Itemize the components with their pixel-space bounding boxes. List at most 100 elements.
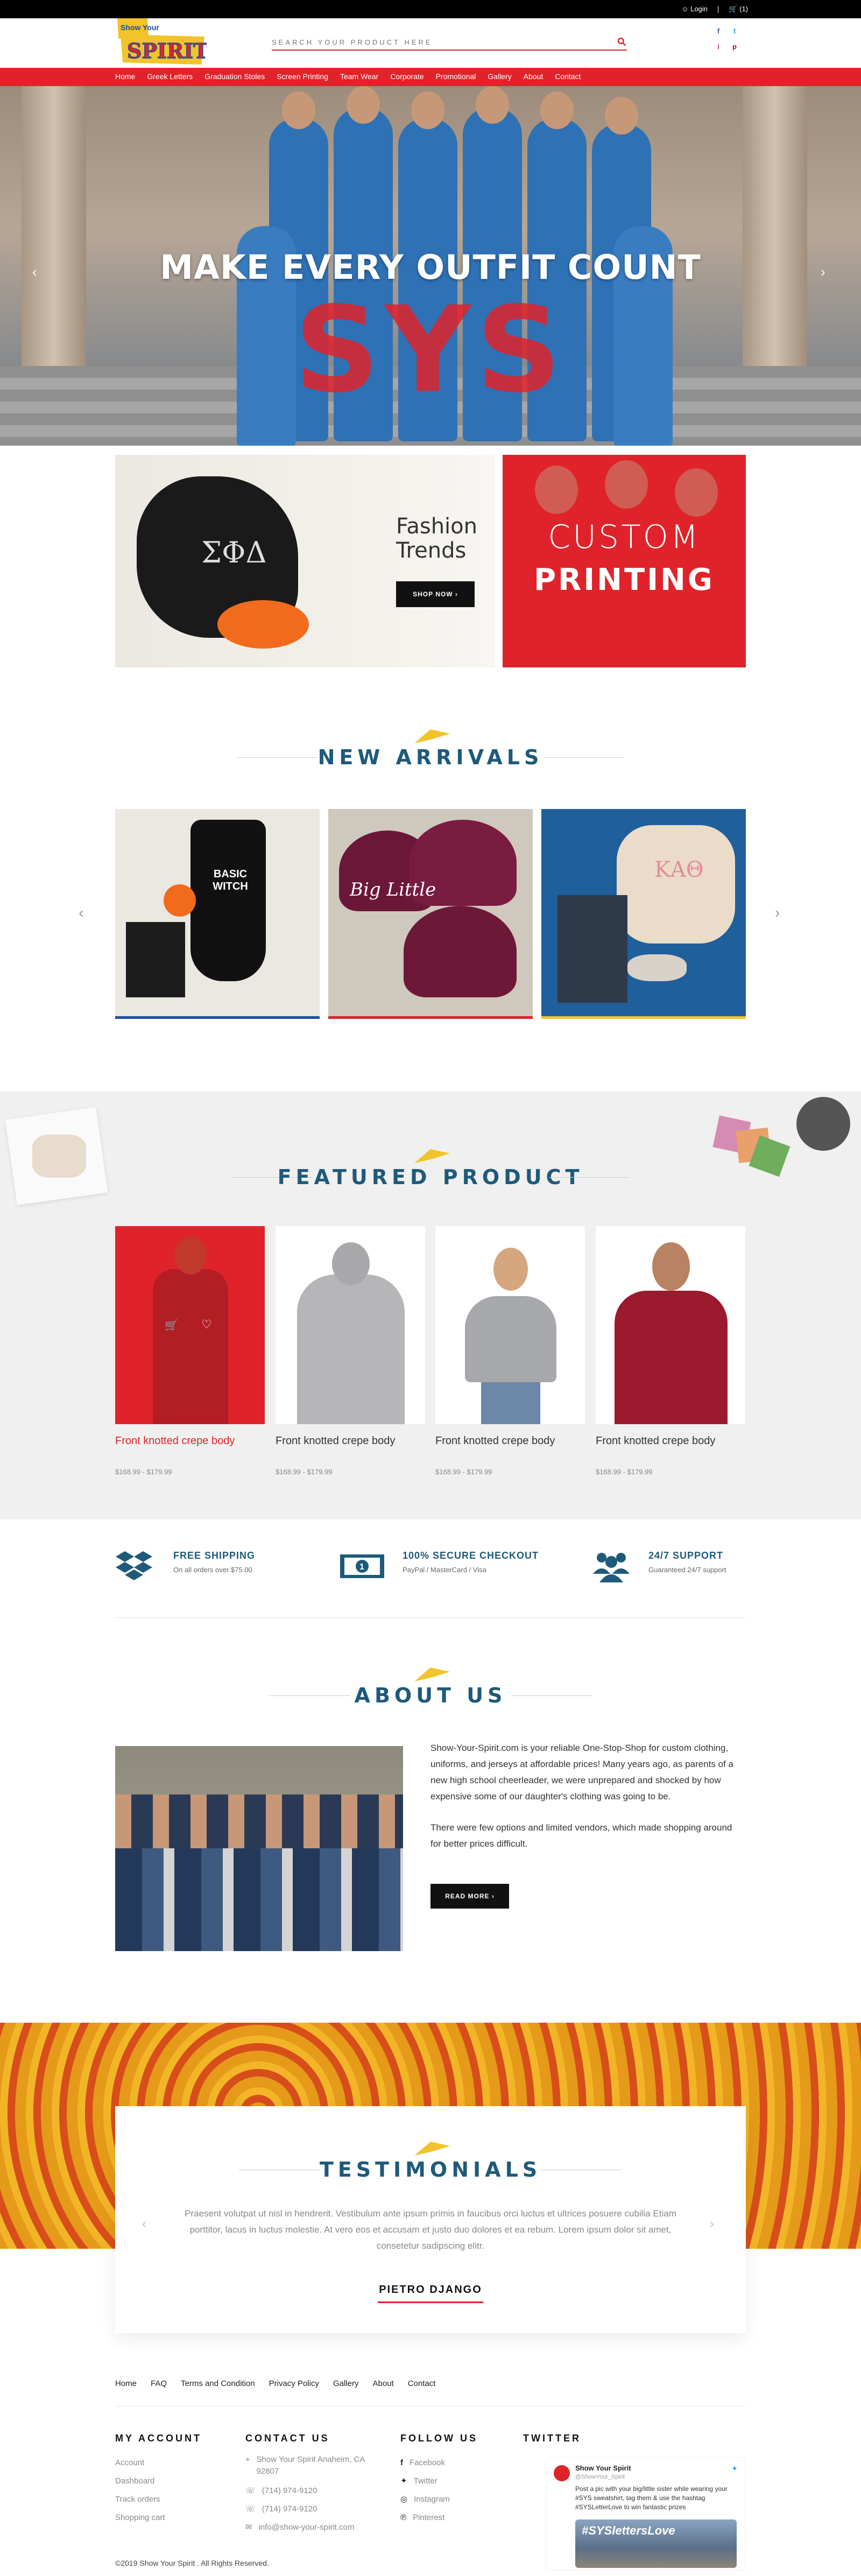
product-figure (615, 1291, 728, 1424)
arrival-card[interactable]: Big Little (328, 809, 533, 1019)
copyright: ©2019 Show Your Spirit . All Rights Rese… (115, 2559, 269, 2567)
page: ☺ Login | 🛒 (1) Show Your SPIRIT f t i p… (0, 0, 861, 2576)
arrivals-prev-arrow[interactable]: ‹ (79, 904, 83, 921)
footer-link-about[interactable]: About (372, 2379, 393, 2388)
product-hood (332, 1242, 370, 1285)
contact-phone[interactable]: ☏ (714) 974-9120 (245, 2500, 380, 2518)
product-name[interactable]: Front knotted crepe body (276, 1435, 425, 1447)
twitter-icon[interactable]: t (726, 27, 743, 35)
model-face (605, 460, 648, 509)
tweet-account[interactable]: Show Your Spirit (575, 2464, 631, 2472)
tweet-handle[interactable]: @ShowYour_Spirit (575, 2474, 625, 2480)
footer-link-account[interactable]: Account (115, 2454, 202, 2472)
product-name[interactable]: Front knotted crepe body (596, 1435, 745, 1447)
facebook-icon[interactable]: f (710, 27, 726, 35)
about-heading: ABOUT US (0, 1667, 861, 1707)
nav-corporate[interactable]: Corporate (390, 72, 424, 81)
product-price: $168.99 - $179.99 (115, 1468, 172, 1476)
wishlist-heart-icon[interactable]: ♡ (201, 1318, 212, 1332)
testimonial-next-arrow[interactable]: › (710, 2216, 714, 2232)
hero-next-arrow[interactable]: › (821, 264, 825, 280)
contact-phone[interactable]: ☏ (714) 974-9120 (245, 2482, 380, 2500)
divider (511, 1695, 592, 1696)
footer-contact: CONTACT US ⌖ Show Your Spirit Anaheim, CA… (245, 2433, 380, 2537)
product-card[interactable]: Front knotted crepe body $168.99 - $179.… (596, 1226, 745, 1476)
nav-greek-letters[interactable]: Greek Letters (147, 72, 193, 81)
printing-title: PRINTING (534, 562, 715, 597)
about-text: Show-Your-Spirit.com is your reliable On… (430, 1740, 743, 1852)
add-to-cart-icon[interactable]: 🛒 (165, 1319, 178, 1332)
section-title: NEW ARRIVALS (317, 745, 544, 769)
read-more-button[interactable]: READ MORE › (430, 1884, 509, 1909)
svg-text:Show Your: Show Your (121, 23, 159, 32)
product-card[interactable]: Front knotted crepe body $168.99 - $179.… (276, 1226, 425, 1476)
footer-link-shopping-cart[interactable]: Shopping cart (115, 2509, 202, 2527)
footer-link-dashboard[interactable]: Dashboard (115, 2472, 202, 2490)
testimonial-prev-arrow[interactable]: ‹ (142, 2216, 146, 2232)
arrivals-next-arrow[interactable]: › (775, 904, 780, 921)
model-face (535, 466, 578, 514)
nav-promotional[interactable]: Promotional (436, 72, 476, 81)
nav-gallery[interactable]: Gallery (488, 72, 511, 81)
feature-subtitle: Guaranteed 24/7 support (648, 1566, 726, 1574)
shop-now-button[interactable]: SHOP NOW › (396, 581, 475, 607)
product-name[interactable]: Front knotted crepe body (435, 1435, 585, 1447)
support-team-icon (593, 1553, 630, 1582)
follow-facebook[interactable]: f Facebook (400, 2454, 478, 2472)
follow-twitter[interactable]: ✦ Twitter (400, 2472, 478, 2490)
product-card[interactable]: 🛒 ♡ Front knotted crepe body $168.99 - $… (115, 1226, 265, 1476)
product-head (174, 1237, 207, 1275)
fashion-trends-banner[interactable]: ΣΦΔ Fashion Trends SHOP NOW › (115, 455, 495, 667)
instagram-icon[interactable]: i (710, 43, 726, 51)
card-color-bar (115, 1016, 320, 1019)
nav-team-wear[interactable]: Team Wear (340, 72, 378, 81)
search-icon[interactable] (617, 37, 627, 47)
testimonials-box: TESTIMONIALS ‹ › Praesent volutpat ut ni… (115, 2106, 746, 2333)
hero-prev-arrow[interactable]: ‹ (32, 264, 37, 280)
feature-title: FREE SHIPPING (173, 1550, 256, 1561)
pinterest-icon[interactable]: p (726, 43, 743, 51)
product-jeans (481, 1382, 540, 1424)
tweet-image[interactable]: #SYSlettersLove (575, 2519, 737, 2568)
site-logo[interactable]: Show Your SPIRIT (115, 18, 207, 67)
model-face (675, 468, 718, 517)
nav-graduation-stoles[interactable]: Graduation Stoles (204, 72, 265, 81)
follow-instagram[interactable]: ◎ Instagram (400, 2490, 478, 2509)
svg-text:1: 1 (359, 1563, 364, 1572)
group-people (115, 1843, 403, 1951)
footer-link-track-orders[interactable]: Track orders (115, 2490, 202, 2509)
bg-pillar (743, 86, 807, 366)
orange-cloth (217, 600, 309, 649)
about-group-photo (115, 1746, 403, 1951)
product-head (652, 1242, 690, 1291)
cart-icon: 🛒 (729, 5, 738, 13)
follow-pinterest[interactable]: ℗ Pinterest (400, 2509, 478, 2527)
custom-printing-banner[interactable]: CUSTOM PRINTING (503, 455, 746, 667)
login-link[interactable]: ☺ Login (681, 5, 708, 13)
nav-home[interactable]: Home (115, 72, 135, 81)
footer-link-contact[interactable]: Contact (408, 2379, 436, 2388)
footer-heading: FOLLOW US (400, 2433, 478, 2444)
avatar (554, 2465, 570, 2481)
testimonial-text: Praesent volutpat ut nisl in hendrerit. … (185, 2208, 676, 2251)
top-links: ☺ Login | 🛒 (1) (681, 5, 748, 13)
arrival-card[interactable]: BASIC WITCH (115, 809, 320, 1019)
search-bar (272, 34, 627, 51)
product-name[interactable]: Front knotted crepe body (115, 1435, 265, 1447)
nav-screen-printing[interactable]: Screen Printing (277, 72, 328, 81)
feature-secure-checkout: 100% SECURE CHECKOUT PayPal / MasterCard… (403, 1550, 539, 1574)
search-input[interactable] (272, 38, 617, 46)
footer-link-gallery[interactable]: Gallery (333, 2379, 359, 2388)
nav-contact[interactable]: Contact (555, 72, 581, 81)
nav-about[interactable]: About (524, 72, 544, 81)
footer-link-terms[interactable]: Terms and Condition (181, 2379, 255, 2388)
product-figure (297, 1275, 405, 1424)
footer-link-privacy[interactable]: Privacy Policy (269, 2379, 319, 2388)
arrival-card[interactable]: ΚΑΘ (541, 809, 746, 1019)
product-card[interactable]: Front knotted crepe body $168.99 - $179.… (435, 1226, 585, 1476)
footer-link-faq[interactable]: FAQ (151, 2379, 167, 2388)
cart-link[interactable]: 🛒 (1) (729, 5, 748, 13)
hero-head (540, 92, 574, 129)
contact-email[interactable]: ✉ info@show-your-spirit.com (245, 2518, 380, 2537)
footer-link-home[interactable]: Home (115, 2379, 137, 2388)
